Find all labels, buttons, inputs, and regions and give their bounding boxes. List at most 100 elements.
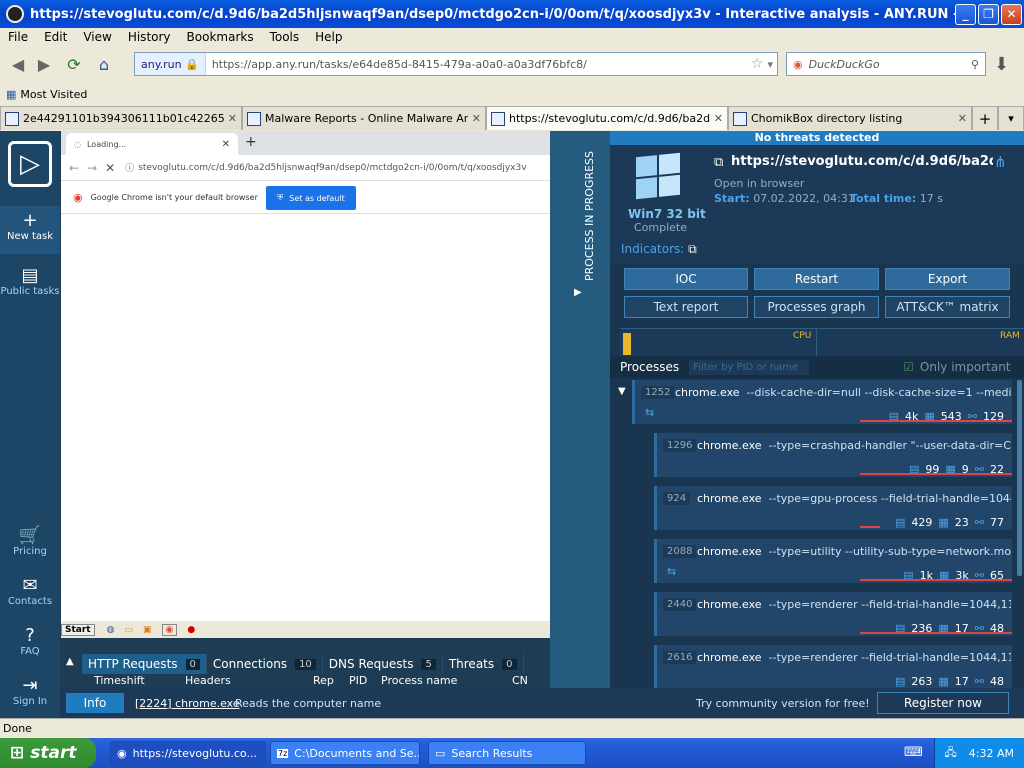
anyrun-logo-icon[interactable]: ▷ (8, 141, 52, 187)
tab-3[interactable]: https://stevoglutu.com/c/d.9d6/ba2d5... ✕ (486, 106, 728, 130)
tab-close-icon[interactable]: ✕ (472, 112, 481, 125)
menu-history[interactable]: History (120, 30, 179, 44)
play-icon[interactable]: ▶ (574, 287, 582, 298)
menu-help[interactable]: Help (307, 30, 350, 44)
tab-close-icon[interactable]: ✕ (228, 112, 237, 125)
search-placeholder: DuckDuckGo (808, 57, 880, 71)
processes-graph-button[interactable]: Processes graph (754, 296, 879, 318)
network-tray-icon[interactable]: 🖧 (945, 744, 957, 763)
tab-threats[interactable]: Threats 0 (443, 654, 524, 674)
back-icon[interactable]: ◀ (6, 52, 30, 76)
process-row[interactable]: 924 chrome.exe --type=gpu-process --fiel… (654, 486, 1012, 530)
download-icon[interactable]: ⬇ (994, 54, 1009, 75)
task-url[interactable]: https://stevoglutu.com/c/d.9d6/ba2d5... (731, 154, 993, 169)
tab-favicon-icon (733, 111, 747, 126)
home-icon[interactable]: ⌂ (92, 52, 116, 76)
menu-view[interactable]: View (75, 30, 119, 44)
only-important-checkbox[interactable]: ☑ (903, 360, 914, 374)
tab-4[interactable]: ChomikBox directory listing ✕ (728, 106, 972, 130)
tab-list-icon[interactable]: ▾ (998, 106, 1024, 130)
process-filter-input[interactable]: Filter by PID or name (689, 359, 810, 375)
restart-button[interactable]: Restart (754, 268, 879, 290)
taskbar-task-7zip[interactable]: 7z C:\Documents and Se... (270, 741, 420, 765)
public-tasks-button[interactable]: ▤ Public tasks (0, 265, 60, 297)
tab-dns-requests[interactable]: DNS Requests 5 (323, 654, 443, 674)
text-report-button[interactable]: Text report (624, 296, 748, 318)
process-row[interactable]: 1252 chrome.exe --disk-cache-dir=null --… (632, 380, 1012, 424)
process-list-scrollbar[interactable] (1017, 380, 1022, 576)
sign-in-button[interactable]: ⇥ Sign In (0, 675, 60, 707)
menu-bookmarks[interactable]: Bookmarks (179, 30, 262, 44)
vm-forward-icon[interactable]: → (87, 161, 97, 175)
vm-media-icon[interactable]: ▣ (143, 625, 152, 635)
tab-http-requests[interactable]: HTTP Requests 0 (82, 654, 207, 674)
tab-connections[interactable]: Connections 10 (207, 654, 323, 674)
set-as-default-button[interactable]: ⛨ Set as default (266, 186, 356, 210)
network-icon: ⚯ (974, 516, 984, 529)
most-visited-link[interactable]: Most Visited (20, 88, 87, 101)
event-process[interactable]: [2224] chrome.exe (135, 697, 240, 710)
vm-tab-close-icon[interactable]: ✕ (222, 139, 230, 150)
process-row[interactable]: 1296 chrome.exe --type=crashpad-handler … (654, 433, 1012, 477)
tab-close-icon[interactable]: ✕ (958, 112, 967, 125)
address-bar[interactable]: any.run 🔒 https://app.any.run/tasks/e64d… (134, 52, 778, 76)
maximize-button[interactable]: ❐ (978, 3, 999, 25)
col-timeshift: Timeshift (94, 674, 145, 687)
info-button[interactable]: Info (66, 693, 124, 713)
collapse-icon[interactable]: ▲ (66, 656, 74, 667)
new-tab-button[interactable]: + (972, 106, 998, 130)
search-box[interactable]: ◉ DuckDuckGo ⚲ (786, 52, 986, 76)
vm-stop-icon[interactable]: ✕ (105, 161, 115, 175)
taskbar-task-search[interactable]: ▭ Search Results (428, 741, 586, 765)
vm-chrome-task-icon[interactable]: ◉ (161, 623, 178, 636)
process-row[interactable]: 2088 chrome.exe --type=utility --utility… (654, 539, 1012, 583)
ioc-button[interactable]: IOC (624, 268, 748, 290)
register-button[interactable]: Register now (877, 692, 1009, 714)
vm-folder-icon[interactable]: ▭ (124, 625, 133, 635)
forward-icon[interactable]: ▶ (32, 52, 56, 76)
site-name: any.run (141, 57, 182, 71)
attack-matrix-button[interactable]: ATT&CK™ matrix (885, 296, 1010, 318)
tab-close-icon[interactable]: ✕ (714, 112, 723, 125)
site-identity[interactable]: any.run 🔒 (135, 53, 206, 75)
keyboard-icon[interactable]: ⌨ (904, 745, 923, 760)
minimize-button[interactable]: _ (955, 3, 976, 25)
chrome-logo-icon: ◉ (73, 191, 83, 204)
task-summary: Win7 32 bit Complete ⧉ https://stevoglut… (610, 145, 1024, 263)
taskbar-task-browser[interactable]: ◉ https://stevoglutu.co... (110, 741, 266, 765)
vm-ie-icon[interactable]: ◍ (107, 625, 115, 635)
vm-start-button[interactable]: Start (61, 623, 95, 636)
process-stats: ▤ 429 ▦ 23 ⚯ 77 (895, 516, 1004, 529)
tab-2[interactable]: Malware Reports - Online Malware Anal...… (242, 106, 486, 130)
system-tray: 🖧 4:32 AM (934, 738, 1024, 768)
new-task-button[interactable]: + New task (0, 206, 60, 254)
start-button[interactable]: ⊞ start (0, 738, 96, 768)
faq-button[interactable]: ? FAQ (0, 625, 60, 657)
contacts-button[interactable]: ✉ Contacts (0, 575, 60, 607)
vm-new-tab-icon[interactable]: + (245, 134, 257, 150)
export-button[interactable]: Export (885, 268, 1010, 290)
open-in-browser-link[interactable]: Open in browser (714, 177, 804, 190)
search-icon[interactable]: ⚲ (971, 58, 979, 71)
menu-edit[interactable]: Edit (36, 30, 75, 44)
pricing-button[interactable]: 🛒 Pricing (0, 525, 60, 557)
url-text[interactable]: https://app.any.run/tasks/e64de85d-8415-… (206, 58, 751, 71)
processes-header: Processes Filter by PID or name ☑ Only i… (610, 356, 1024, 378)
close-button[interactable]: ✕ (1001, 3, 1022, 25)
tab-1[interactable]: 2e44291101b394306111b01c422654ca... ✕ (0, 106, 242, 130)
vm-infobar-text: Google Chrome isn't your default browser (90, 193, 258, 202)
process-row[interactable]: 2440 chrome.exe --type=renderer --field-… (654, 592, 1012, 636)
vm-chrome-tab[interactable]: ◌ Loading... ✕ (66, 133, 238, 155)
bookmark-star-icon[interactable]: ☆ (751, 56, 764, 72)
expand-icon[interactable]: ▼ (618, 386, 626, 397)
vm-back-icon[interactable]: ← (69, 161, 79, 175)
url-dropdown-icon[interactable]: ▾ (767, 58, 773, 71)
tab-favicon-icon (491, 111, 505, 126)
process-row[interactable]: 2616 chrome.exe --type=renderer --field-… (654, 645, 1012, 688)
menu-file[interactable]: File (0, 30, 36, 44)
reload-icon[interactable]: ⟳ (62, 52, 86, 76)
share-icon[interactable]: ⋔ (994, 153, 1007, 171)
menu-tools[interactable]: Tools (262, 30, 308, 44)
vm-address-text[interactable]: stevoglutu.com/c/d.9d6/ba2d5hljsnwaqf9an… (138, 163, 526, 173)
tab-favicon-icon (247, 111, 261, 126)
